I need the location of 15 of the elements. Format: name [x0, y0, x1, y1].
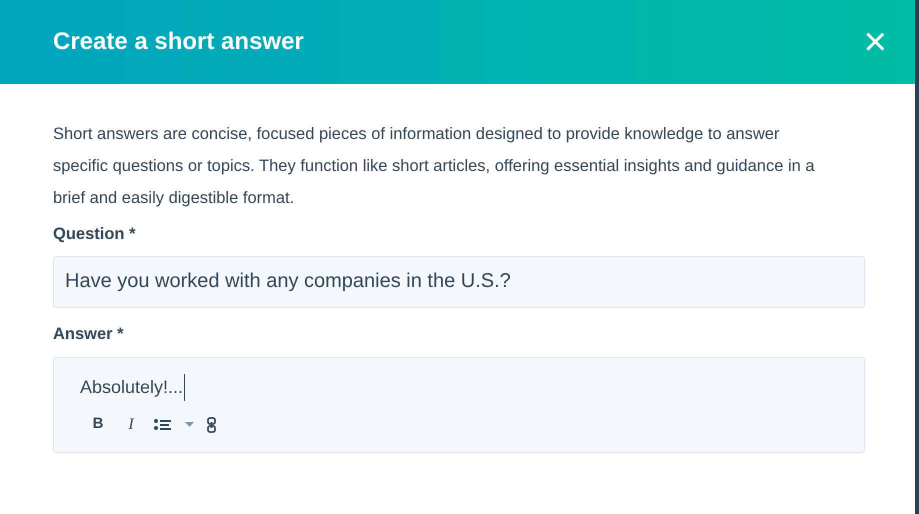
bullet-list-icon: [154, 418, 172, 432]
answer-editor[interactable]: Absolutely!... B I: [53, 356, 865, 452]
caret-icon: [185, 422, 194, 427]
link-button[interactable]: [207, 416, 216, 432]
question-field[interactable]: Have you worked with any companies in the U.S.?: [53, 256, 865, 308]
field-label: Answer *: [53, 324, 125, 345]
bullet-list-button[interactable]: [154, 418, 172, 432]
link-icon: [207, 416, 216, 432]
italic-button[interactable]: I: [121, 412, 141, 436]
bold-button[interactable]: B: [88, 413, 108, 436]
list-options-dropdown[interactable]: [185, 422, 194, 427]
field-label: Question *: [53, 224, 137, 245]
dialog-title: Create a short answer: [53, 27, 304, 57]
answer-text[interactable]: Absolutely!...: [80, 374, 186, 400]
description: Short answers are concise, focused pieces of information designed to provide knowledge to answer specific questions or topics. They function like short articles, offering essential insights and guidance in a brief and easily digestible format.: [53, 124, 816, 209]
